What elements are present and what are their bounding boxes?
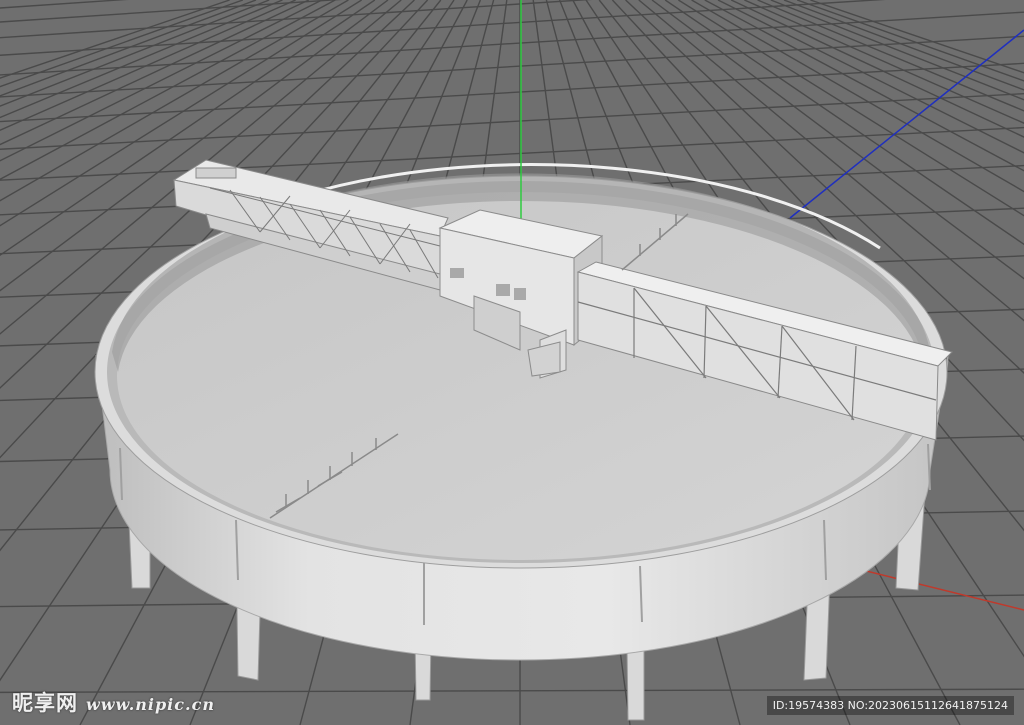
grid-line: [0, 92, 1024, 150]
scene-canvas[interactable]: [0, 0, 1024, 725]
watermark-site: www.nipic.cn: [86, 695, 215, 714]
grid-line: [0, 0, 343, 23]
watermark-id: ID:19574383 NO:20230615112641875124: [766, 696, 1014, 715]
3d-viewport[interactable]: 昵享网 www.nipic.cn ID:19574383 NO:20230615…: [0, 0, 1024, 725]
watermark-brand-text: 昵享网: [12, 691, 78, 715]
z-axis-line: [789, 29, 1024, 219]
watermark-brand: 昵享网 www.nipic.cn: [12, 687, 215, 717]
